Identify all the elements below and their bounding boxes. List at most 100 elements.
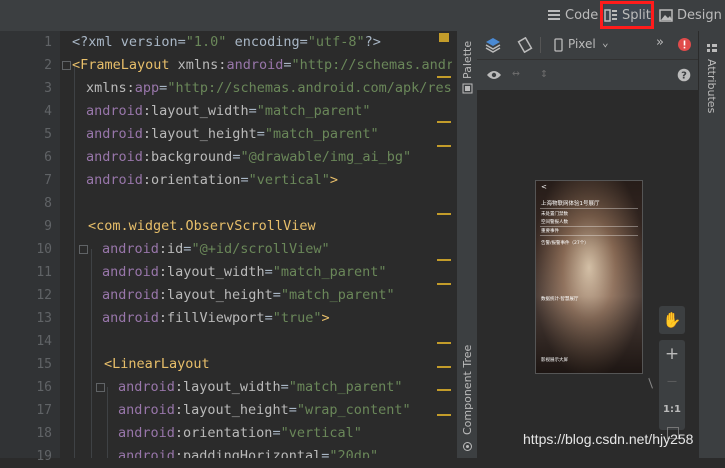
code-token: = [248,103,257,119]
code-token: > [329,172,339,188]
attributes-icon [707,44,717,52]
help-icon[interactable]: ? [677,68,691,82]
code-line[interactable]: <?xml version="1.0" encoding="utf-8"?> [72,31,381,54]
warning-stripe[interactable] [437,76,451,78]
warning-stripe[interactable] [437,283,451,285]
device-selector[interactable]: Pixel [568,37,596,51]
code-line[interactable]: android:layout_height="match_parent" [102,284,395,307]
attributes-tab[interactable]: Attributes [705,59,718,113]
orientation-icon[interactable] [517,37,533,53]
code-line[interactable]: android:layout_width="match_parent" [118,376,403,399]
line-number: 6 [44,150,52,165]
code-token: "utf-8" [307,34,365,50]
code-line[interactable]: xmlns:app="http://schemas.android.com/ap… [86,77,452,100]
code-line[interactable]: android:layout_width="match_parent" [102,261,387,284]
code-token: :layout_width [158,264,265,280]
code-token: android [86,103,143,119]
warning-stripe[interactable] [437,414,451,416]
line-number: 14 [36,334,52,349]
warning-stripe[interactable] [437,259,451,261]
palette-tab[interactable]: Palette [461,41,474,79]
warning-stripe[interactable] [437,342,451,344]
warning-stripe[interactable] [437,389,451,391]
code-token: <LinearLayout [104,356,210,372]
code-token: :fillViewport [158,310,265,326]
code-line[interactable]: android:orientation="vertical"> [86,169,338,192]
zoom-actual-size-button[interactable]: 1:1 [659,396,685,424]
zoom-out-button[interactable]: — [659,368,685,396]
line-number: 4 [44,104,52,119]
code-token: android [86,149,143,165]
code-token: :id [158,241,184,257]
code-token: "wrap_content" [296,402,411,418]
code-token: "@drawable/img_ai_bg" [240,149,412,165]
line-number-gutter: 1 2 3 4 5 6 7 8 9 10 11 12 13 14 15 16 17 18 19 [0,31,60,464]
component-tree-tab[interactable]: Component Tree [461,345,474,435]
code-mode-button[interactable]: Code [547,4,598,26]
code-token: <?xml version= [72,34,186,50]
code-token: "@+id/scrollView" [191,241,330,257]
code-view-icon [548,9,560,20]
code-token: "match_parent" [288,379,403,395]
line-number: 8 [44,196,52,211]
code-line[interactable]: android:paddingHorizontal="20dp" [118,445,378,458]
warning-stripe[interactable] [437,213,451,215]
hand-icon: ✋ [662,311,682,329]
fold-marker[interactable] [79,245,88,254]
zoom-in-button[interactable]: + [659,340,685,368]
code-line[interactable]: android:layout_height="wrap_content" [118,399,411,422]
code-line[interactable]: <LinearLayout [104,353,210,376]
preview-back-icon: < [541,183,547,191]
code-token: > [321,310,330,326]
palette-icon [462,83,473,94]
resize-handle-icon[interactable]: ∕ [643,375,658,390]
chevron-down-icon[interactable]: ⌄ [602,36,609,49]
toolbar-separator [540,37,541,53]
warning-stripe[interactable] [437,145,451,147]
layers-icon[interactable] [485,37,501,53]
preview-bottom-label: 影视展示大屏 [541,358,568,363]
code-line[interactable]: android:orientation="vertical" [118,422,362,445]
line-number: 12 [36,288,52,303]
horizontal-resize-icon[interactable]: ↔ [512,66,520,81]
error-icon[interactable] [677,37,692,52]
vertical-resize-icon[interactable]: ↕ [540,66,548,81]
line-number: 13 [36,311,52,326]
code-token: :layout_height [142,126,257,142]
code-token: = [272,425,281,441]
warning-stripe[interactable] [437,121,451,123]
preview-row: 空间警报人数 [541,220,568,225]
line-number: 18 [36,426,52,441]
code-line[interactable]: <FrameLayout xmlns:android="http://schem… [72,54,452,77]
component-tree-icon [463,442,472,451]
xml-code-editor[interactable]: <?xml version="1.0" encoding="utf-8"?> <F… [60,31,452,458]
preview-divider [540,235,638,236]
code-token: :layout_height [174,402,289,418]
pan-tool-button[interactable]: ✋ [659,306,685,334]
preview-row: 未处置门禁数 [541,212,568,217]
code-token: "match_parent" [280,287,395,303]
device-preview-screen[interactable]: < 上海物联网体验1号展厅 未处置门禁数 空间警报人数 重要事件 告警/报警事件… [535,180,643,374]
design-mode-button[interactable]: Design [659,4,722,26]
code-token: android [226,57,284,73]
code-line[interactable]: android:id="@+id/scrollView" [102,238,330,261]
line-number: 9 [44,219,52,234]
line-number: 5 [44,127,52,142]
line-number: 15 [36,357,52,372]
design-mode-label: Design [677,7,722,23]
code-line[interactable]: <com.widget.ObservScrollView [88,215,316,238]
code-line[interactable]: android:fillViewport="true"> [102,307,330,330]
code-line[interactable]: android:layout_width="match_parent" [86,100,371,123]
warning-stripe[interactable] [437,366,451,368]
fold-marker[interactable] [96,383,105,392]
code-token: xmlns: [177,57,227,73]
code-line[interactable]: android:layout_height="match_parent" [86,123,379,146]
code-line[interactable]: android:background="@drawable/img_ai_bg" [86,146,411,169]
code-token: ?> [364,34,381,50]
line-number: 7 [44,173,52,188]
fold-marker[interactable] [62,61,71,70]
eye-icon[interactable] [486,69,502,81]
line-number: 1 [44,35,52,50]
more-options-button[interactable]: » [656,35,664,50]
warning-indicator-icon[interactable] [439,33,449,42]
